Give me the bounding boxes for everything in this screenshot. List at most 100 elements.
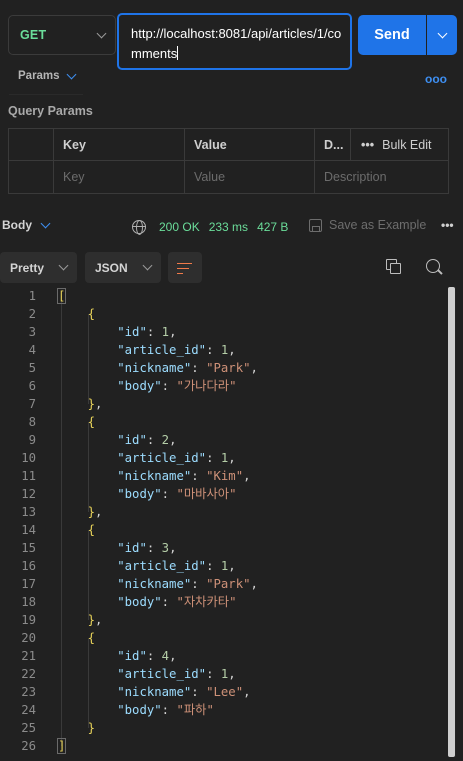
chevron-down-icon [142,260,153,271]
chevron-down-icon [96,28,107,38]
line-number: 20 [21,631,36,645]
save-as-example-button[interactable]: Save as Example [309,218,426,232]
scrollbar-thumb[interactable] [448,287,455,757]
line-number: 11 [21,469,36,483]
column-header-description: D... [315,129,351,160]
column-header-key: Key [54,129,185,160]
value-input[interactable]: Value [185,161,315,193]
code-line: 20 { [0,629,446,647]
method-label: GET [20,28,47,42]
line-number: 22 [21,667,36,681]
code-line: 11 "nickname": "Kim", [0,467,446,485]
key-input[interactable]: Key [54,161,185,193]
method-select[interactable]: GET [8,15,116,55]
line-number: 5 [28,361,36,375]
code-line: 17 "nickname": "Park", [0,575,446,593]
query-params-title: Query Params [8,104,93,118]
code-line: 6 "body": "가나다라" [0,377,446,395]
code-line: 1[ [0,287,446,305]
save-as-example-label: Save as Example [329,218,427,232]
send-options-button[interactable] [427,15,457,55]
line-number: 12 [21,487,36,501]
more-options-icon[interactable]: ••• [361,138,374,152]
more-options-icon[interactable]: ooo [425,72,447,86]
save-icon [309,218,322,232]
code-line: 16 "article_id": 1, [0,557,446,575]
code-line: 13 }, [0,503,446,521]
line-number: 4 [28,343,36,357]
code-line: 26] [0,737,446,755]
column-header-value: Value [185,129,315,160]
code-line: 12 "body": "마바사아" [0,485,446,503]
copy-icon[interactable] [386,259,401,274]
code-line: 3 "id": 1, [0,323,446,341]
line-number: 17 [21,577,36,591]
response-size[interactable]: 427 B [257,220,288,234]
line-number: 6 [28,379,36,393]
response-body-tab[interactable]: Body [2,218,51,232]
url-input[interactable]: http://localhost:8081/api/articles/1/com… [117,13,352,70]
line-number: 21 [21,649,36,663]
globe-icon[interactable] [132,220,146,235]
response-body-viewer[interactable]: 1[ 2 { 3 "id": 1, 4 "article_id": 1, 5 "… [0,287,446,761]
code-line: 23 "nickname": "Lee", [0,683,446,701]
bulk-edit-label: Bulk Edit [382,138,432,152]
tab-params-label: Params [18,70,60,82]
line-number: 25 [21,721,36,735]
code-line: 24 "body": "파하" [0,701,446,719]
code-line: 22 "article_id": 1, [0,665,446,683]
text-caret [177,46,179,60]
line-number: 26 [21,739,36,753]
tab-params[interactable]: Params [18,69,77,82]
line-number: 1 [28,289,36,303]
status-code[interactable]: 200 OK [159,220,200,234]
code-line: 4 "article_id": 1, [0,341,446,359]
checkbox-column-header [9,129,54,160]
url-text: http://localhost:8081/api/articles/1/com… [131,26,342,61]
response-time[interactable]: 233 ms [209,220,248,234]
code-line: 2 { [0,305,446,323]
wrap-lines-icon [177,262,193,275]
bulk-edit-button[interactable]: ••• Bulk Edit [351,129,431,161]
send-button[interactable]: Send [358,15,426,55]
line-number: 3 [28,325,36,339]
line-number: 14 [21,523,36,537]
view-mode-select[interactable]: Pretty [0,252,77,283]
line-number: 15 [21,541,36,555]
chevron-down-icon [58,260,69,271]
more-options-icon[interactable]: ••• [441,218,454,232]
description-input[interactable]: Description [315,161,450,193]
code-line: 8 { [0,413,446,431]
wrap-lines-button[interactable] [168,252,202,283]
response-meta: 200 OK 233 ms 427 B [132,218,288,236]
code-line: 21 "id": 4, [0,647,446,665]
tab-divider [9,94,83,95]
chevron-down-icon [40,218,51,228]
format-label: JSON [95,260,128,275]
search-icon[interactable] [426,259,440,273]
code-line: 19 }, [0,611,446,629]
code-line: 15 "id": 3, [0,539,446,557]
line-number: 18 [21,595,36,609]
line-number: 7 [28,397,36,411]
code-line: 10 "article_id": 1, [0,449,446,467]
chevron-down-icon [437,28,447,38]
query-params-table: Key Value D... ••• Bulk Edit Key Value D… [8,128,449,194]
line-number: 9 [28,433,36,447]
line-number: 2 [28,307,36,321]
code-line: 9 "id": 2, [0,431,446,449]
code-line: 7 }, [0,395,446,413]
row-checkbox-cell [9,161,54,193]
line-number: 19 [21,613,36,627]
chevron-down-icon [66,69,77,79]
code-line: 5 "nickname": "Park", [0,359,446,377]
table-header-row: Key Value D... ••• Bulk Edit [9,129,448,161]
line-number: 13 [21,505,36,519]
line-number: 23 [21,685,36,699]
line-number: 24 [21,703,36,717]
view-mode-label: Pretty [10,260,45,275]
line-number: 10 [21,451,36,465]
code-line: 25 } [0,719,446,737]
format-select[interactable]: JSON [85,252,161,283]
line-number: 16 [21,559,36,573]
